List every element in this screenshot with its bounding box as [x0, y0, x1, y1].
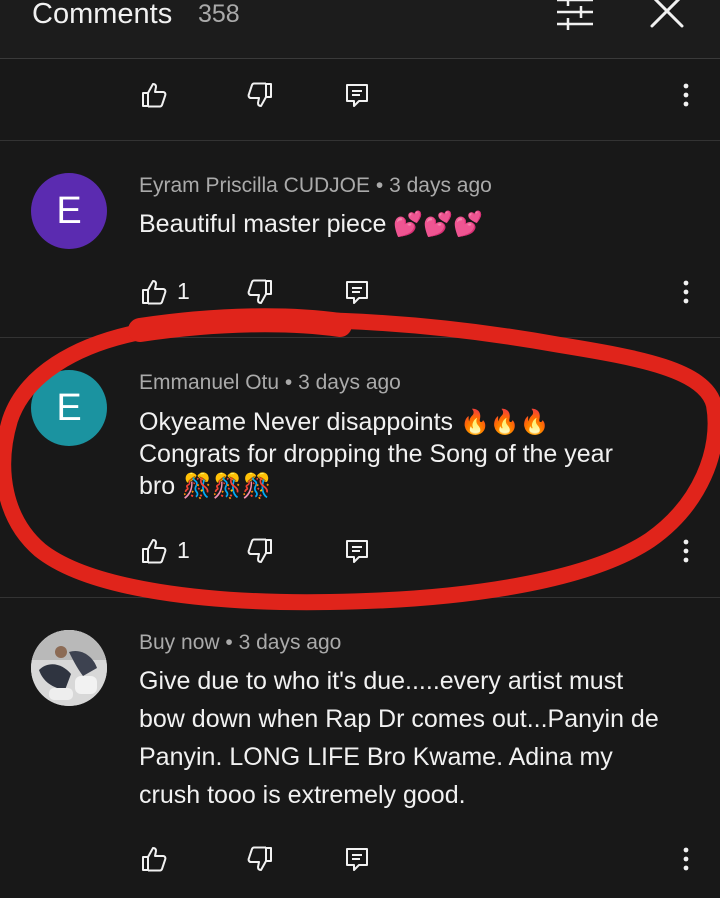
- divider: [0, 337, 720, 338]
- comment-author[interactable]: Eyram Priscilla CUDJOE: [139, 174, 370, 197]
- comment-text-line: Panyin. LONG LIFE Bro Kwame. Adina my: [139, 743, 613, 771]
- thumbs-down-icon[interactable]: [246, 845, 274, 873]
- close-icon[interactable]: [646, 0, 688, 32]
- comments-title: Comments: [32, 0, 173, 30]
- hearts-emoji: 💕💕💕: [393, 210, 483, 238]
- comments-count: 358: [198, 0, 240, 28]
- divider: [0, 140, 720, 141]
- comment-text-content: Beautiful master piece: [139, 210, 387, 238]
- comments-header: Comments 358: [0, 0, 720, 59]
- meta-separator: •: [284, 371, 293, 394]
- comment-text-line: Congrats for dropping the Song of the ye…: [139, 440, 613, 468]
- comment-actions: 1: [0, 272, 720, 312]
- more-vertical-icon[interactable]: [672, 537, 700, 565]
- thumbs-up-icon[interactable]: [140, 278, 168, 306]
- meta-separator: •: [375, 174, 384, 197]
- comment-author[interactable]: Emmanuel Otu: [139, 371, 279, 394]
- comment-actions: [0, 75, 720, 115]
- reply-icon[interactable]: [343, 537, 371, 565]
- comment-actions: [0, 839, 720, 879]
- thumbs-down-icon[interactable]: [246, 278, 274, 306]
- avatar[interactable]: E: [31, 370, 107, 446]
- comment-text: Okyeame Never disappoints 🔥🔥🔥 Congrats f…: [139, 406, 699, 502]
- like-count: 1: [177, 537, 190, 563]
- comment-time: 3 days ago: [389, 174, 492, 197]
- comment-text: Give due to who it's due.....every artis…: [139, 662, 699, 814]
- avatar[interactable]: E: [31, 173, 107, 249]
- comment-time: 3 days ago: [238, 631, 342, 654]
- comment-text: Beautiful master piece 💕💕💕: [139, 210, 699, 239]
- more-vertical-icon[interactable]: [672, 81, 700, 109]
- more-vertical-icon[interactable]: [672, 845, 700, 873]
- more-vertical-icon[interactable]: [672, 278, 700, 306]
- reply-icon[interactable]: [343, 81, 371, 109]
- like-count: 1: [177, 278, 190, 304]
- thumbs-down-icon[interactable]: [246, 81, 274, 109]
- avatar-photo-image: [31, 630, 107, 706]
- comment-meta: Buy now • 3 days ago: [139, 631, 341, 655]
- comment-text-line: crush tooo is extremely good.: [139, 781, 466, 809]
- meta-separator: •: [225, 631, 233, 654]
- comment-text-line: bow down when Rap Dr comes out...Panyin …: [139, 705, 659, 733]
- thumbs-up-icon[interactable]: [140, 537, 168, 565]
- reply-icon[interactable]: [343, 278, 371, 306]
- confetti-emoji: 🎊🎊🎊: [182, 472, 272, 500]
- divider: [0, 597, 720, 598]
- photo-avatar[interactable]: [31, 630, 107, 706]
- comment-text-line: Give due to who it's due.....every artis…: [139, 667, 624, 695]
- comment-text-line: bro: [139, 472, 176, 500]
- thumbs-down-icon[interactable]: [246, 537, 274, 565]
- comment-meta: Eyram Priscilla CUDJOE • 3 days ago: [139, 174, 492, 198]
- reply-icon[interactable]: [343, 845, 371, 873]
- sort-filter-icon[interactable]: [554, 0, 596, 36]
- thumbs-up-icon[interactable]: [140, 81, 168, 109]
- comment-author[interactable]: Buy now: [139, 631, 220, 654]
- comment-time: 3 days ago: [298, 371, 401, 394]
- comment-meta: Emmanuel Otu • 3 days ago: [139, 371, 401, 395]
- comment-actions: 1: [0, 531, 720, 571]
- fire-emoji: 🔥🔥🔥: [460, 408, 550, 436]
- thumbs-up-icon[interactable]: [140, 845, 168, 873]
- comment-text-line: Okyeame Never disappoints: [139, 408, 454, 436]
